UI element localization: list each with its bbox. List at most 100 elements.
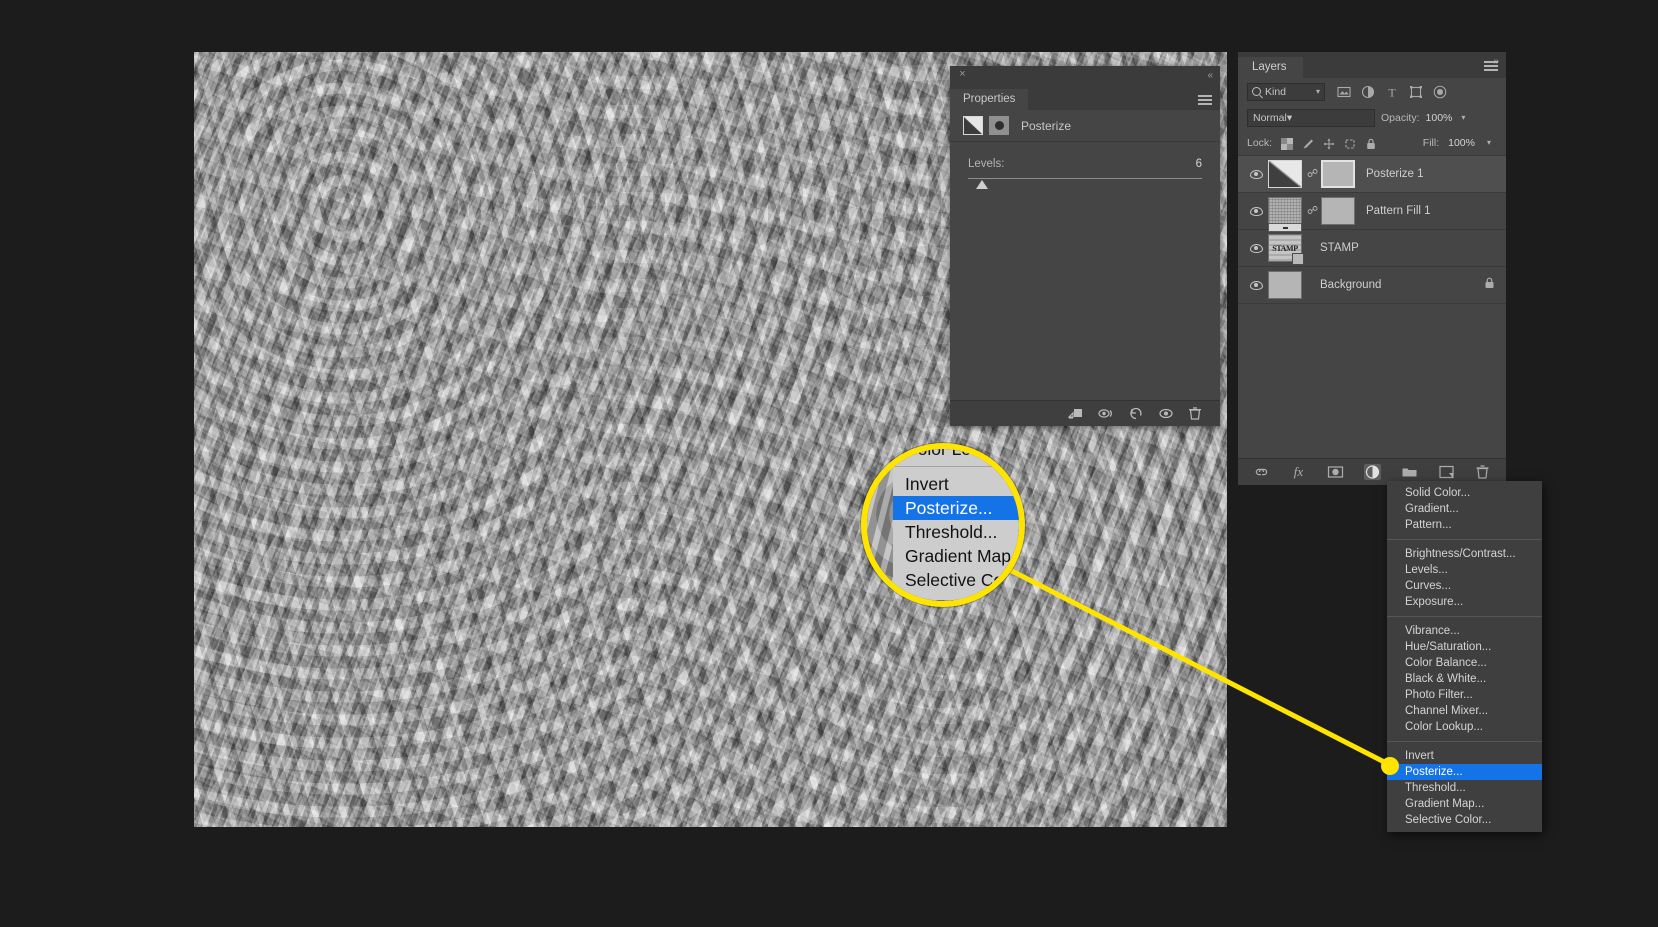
layer-name[interactable]: Pattern Fill 1 xyxy=(1366,205,1431,217)
tab-layers[interactable]: Layers xyxy=(1238,57,1303,78)
eye-icon xyxy=(1249,169,1263,179)
lock-image-pixels-icon[interactable] xyxy=(1302,137,1314,149)
tab-properties[interactable]: Properties xyxy=(950,89,1029,110)
layer-name[interactable]: STAMP xyxy=(1320,242,1359,254)
posterize-adjustment-icon[interactable] xyxy=(963,116,983,135)
filter-type-layers-icon[interactable]: T xyxy=(1385,85,1399,99)
menu-item-color-lookup[interactable]: Color Lookup... xyxy=(1387,719,1542,735)
add-layer-mask-icon[interactable] xyxy=(1327,464,1344,480)
svg-text:fx: fx xyxy=(1293,464,1303,479)
blend-mode-select[interactable]: Normal ▾ xyxy=(1247,108,1375,127)
clip-to-layer-icon[interactable] xyxy=(1067,406,1084,421)
new-adjustment-layer-icon[interactable] xyxy=(1363,464,1381,480)
filter-smart-object-icon[interactable] xyxy=(1433,85,1447,99)
chevron-down-icon[interactable]: ▾ xyxy=(1487,138,1491,147)
filter-kind-label: Kind xyxy=(1265,85,1287,98)
menu-item-curves[interactable]: Curves... xyxy=(1387,578,1542,594)
opacity-value[interactable]: 100% xyxy=(1426,112,1453,124)
layer-thumbnail[interactable] xyxy=(1268,197,1302,232)
magnified-item-gradient-map: Gradient Map... xyxy=(905,546,1025,566)
view-previous-state-icon[interactable] xyxy=(1098,406,1114,421)
properties-body: Levels: 6 xyxy=(950,142,1220,189)
layer-thumbnail[interactable] xyxy=(1268,160,1302,188)
collapse-icon[interactable]: « xyxy=(1207,70,1212,81)
layer-visibility-toggle[interactable] xyxy=(1244,169,1268,179)
lock-row: Lock: Fill: 100% ▾ xyxy=(1238,130,1506,155)
lock-transparent-pixels-icon[interactable] xyxy=(1281,137,1294,150)
table-row[interactable]: ☍ Posterize 1 xyxy=(1238,156,1506,193)
delete-layer-icon[interactable] xyxy=(1475,464,1492,480)
menu-divider xyxy=(1387,616,1542,617)
new-layer-icon[interactable] xyxy=(1438,464,1455,480)
layer-style-fx-icon[interactable]: fx xyxy=(1290,464,1307,480)
layer-mask-thumbnail[interactable] xyxy=(1321,197,1355,225)
panel-menu-icon[interactable] xyxy=(1198,95,1212,106)
table-row[interactable]: STAMP STAMP xyxy=(1238,230,1506,267)
close-icon[interactable]: × xyxy=(957,69,968,80)
filter-shape-layers-icon[interactable] xyxy=(1409,85,1423,99)
layers-panel[interactable]: × » Layers Kind ▾ T xyxy=(1238,52,1506,485)
magnified-item-selective-color: Selective Color... xyxy=(905,570,1025,590)
magnified-menu: Color Lookup... Invert Posterize... Thre… xyxy=(893,449,1025,600)
layer-visibility-toggle[interactable] xyxy=(1244,243,1268,253)
lock-artboard-nesting-icon[interactable] xyxy=(1344,137,1356,149)
eye-icon xyxy=(1249,243,1263,253)
menu-item-exposure[interactable]: Exposure... xyxy=(1387,594,1542,610)
menu-item-pattern[interactable]: Pattern... xyxy=(1387,517,1542,533)
delete-adjustment-icon[interactable] xyxy=(1188,406,1204,421)
table-row[interactable]: Background xyxy=(1238,267,1506,304)
menu-item-posterize[interactable]: Posterize... xyxy=(1387,764,1542,780)
menu-item-black-and-white[interactable]: Black & White... xyxy=(1387,671,1542,687)
menu-item-levels[interactable]: Levels... xyxy=(1387,562,1542,578)
properties-panel[interactable]: × « Properties Posterize Levels: 6 xyxy=(950,66,1220,426)
lock-all-icon[interactable] xyxy=(1365,137,1377,149)
filter-pixel-layers-icon[interactable] xyxy=(1337,85,1351,99)
layer-thumbnail[interactable] xyxy=(1268,271,1302,299)
menu-item-invert[interactable]: Invert xyxy=(1387,748,1542,764)
menu-item-selective-color[interactable]: Selective Color... xyxy=(1387,812,1542,828)
menu-item-color-balance[interactable]: Color Balance... xyxy=(1387,655,1542,671)
layer-mask-thumbnail[interactable] xyxy=(1321,160,1355,188)
lock-position-icon[interactable] xyxy=(1323,137,1335,149)
new-adjustment-layer-menu[interactable]: Solid Color... Gradient... Pattern... Br… xyxy=(1387,481,1542,832)
magnified-item-invert: Invert xyxy=(905,474,949,494)
filter-kind-select[interactable]: Kind ▾ xyxy=(1247,82,1325,101)
layer-name[interactable]: Posterize 1 xyxy=(1366,168,1424,180)
menu-item-brightness-contrast[interactable]: Brightness/Contrast... xyxy=(1387,546,1542,562)
menu-item-gradient-map[interactable]: Gradient Map... xyxy=(1387,796,1542,812)
layer-thumbnail[interactable]: STAMP xyxy=(1268,234,1304,265)
layer-visibility-toggle[interactable] xyxy=(1244,206,1268,216)
menu-item-gradient[interactable]: Gradient... xyxy=(1387,501,1542,517)
magnified-item-threshold: Threshold... xyxy=(905,522,998,542)
menu-item-vibrance[interactable]: Vibrance... xyxy=(1387,623,1542,639)
levels-value[interactable]: 6 xyxy=(1196,158,1202,170)
layer-name[interactable]: Background xyxy=(1320,279,1381,291)
new-group-icon[interactable] xyxy=(1401,464,1418,480)
link-layers-icon[interactable] xyxy=(1253,464,1270,480)
eye-icon xyxy=(1249,206,1263,216)
toggle-visibility-icon[interactable] xyxy=(1158,406,1174,421)
blend-mode-value: Normal xyxy=(1253,111,1287,124)
menu-item-hue-saturation[interactable]: Hue/Saturation... xyxy=(1387,639,1542,655)
menu-divider xyxy=(1387,741,1542,742)
photoshop-window: × « Properties Posterize Levels: 6 Layer… xyxy=(0,0,1658,927)
chevron-down-icon[interactable]: ▾ xyxy=(1461,113,1465,122)
layer-list: ☍ Posterize 1 ☍ Pattern Fill 1 STAMP STA… xyxy=(1238,155,1506,304)
levels-slider[interactable] xyxy=(968,178,1202,189)
layer-mask-icon[interactable] xyxy=(989,116,1009,135)
link-icon[interactable]: ☍ xyxy=(1307,169,1318,180)
lock-icon xyxy=(1484,276,1495,294)
menu-item-threshold[interactable]: Threshold... xyxy=(1387,780,1542,796)
table-row[interactable]: ☍ Pattern Fill 1 xyxy=(1238,193,1506,232)
menu-item-channel-mixer[interactable]: Channel Mixer... xyxy=(1387,703,1542,719)
menu-item-solid-color[interactable]: Solid Color... xyxy=(1387,485,1542,501)
lock-label: Lock: xyxy=(1247,136,1273,149)
menu-item-photo-filter[interactable]: Photo Filter... xyxy=(1387,687,1542,703)
reset-adjustment-icon[interactable] xyxy=(1128,406,1144,421)
levels-slider-thumb[interactable] xyxy=(976,180,988,189)
filter-adjustment-layers-icon[interactable] xyxy=(1361,85,1375,99)
link-icon[interactable]: ☍ xyxy=(1307,206,1318,217)
layer-visibility-toggle[interactable] xyxy=(1244,280,1268,290)
panel-menu-icon[interactable] xyxy=(1484,61,1498,72)
fill-value[interactable]: 100% xyxy=(1448,137,1475,149)
